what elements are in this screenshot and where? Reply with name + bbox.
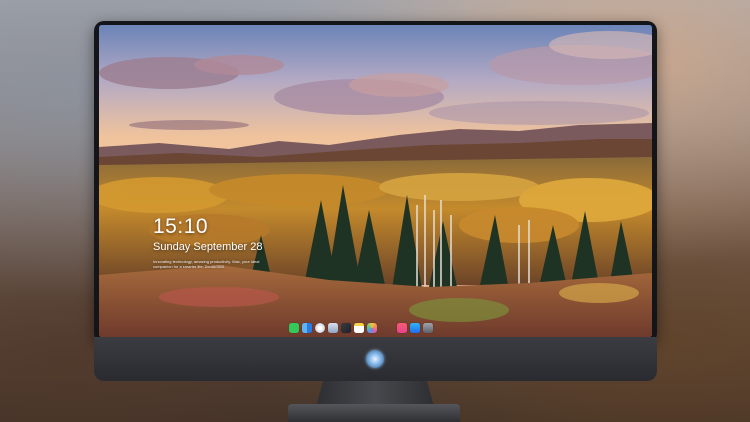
finder-icon[interactable] — [302, 322, 312, 333]
wallpaper-landscape — [99, 25, 652, 337]
camera-icon[interactable] — [423, 322, 433, 333]
lockscreen-message: Innovating technology, amazing productiv… — [153, 259, 260, 269]
brand-logo-icon — [366, 350, 384, 368]
lockscreen-date: Sunday September 28 — [153, 241, 263, 253]
notes-icon[interactable] — [354, 322, 364, 333]
preview-icon[interactable] — [328, 322, 338, 333]
imac-monitor: 15:10 Sunday September 28 Innovating tec… — [94, 21, 657, 381]
safari-icon[interactable] — [315, 322, 325, 333]
music-icon[interactable] — [397, 322, 407, 333]
monitor-chin — [94, 337, 657, 381]
desktop-screen[interactable]: 15:10 Sunday September 28 Innovating tec… — [99, 25, 652, 337]
messages-icon[interactable] — [289, 322, 299, 333]
monitor-bezel: 15:10 Sunday September 28 Innovating tec… — [94, 21, 657, 343]
final-cut-icon[interactable] — [341, 322, 351, 333]
lockscreen-clock: 15:10 — [153, 215, 209, 238]
monitor-stand-base — [288, 404, 460, 422]
photos-icon[interactable] — [367, 322, 377, 333]
app-store-icon[interactable] — [410, 322, 420, 333]
dock — [289, 321, 433, 334]
